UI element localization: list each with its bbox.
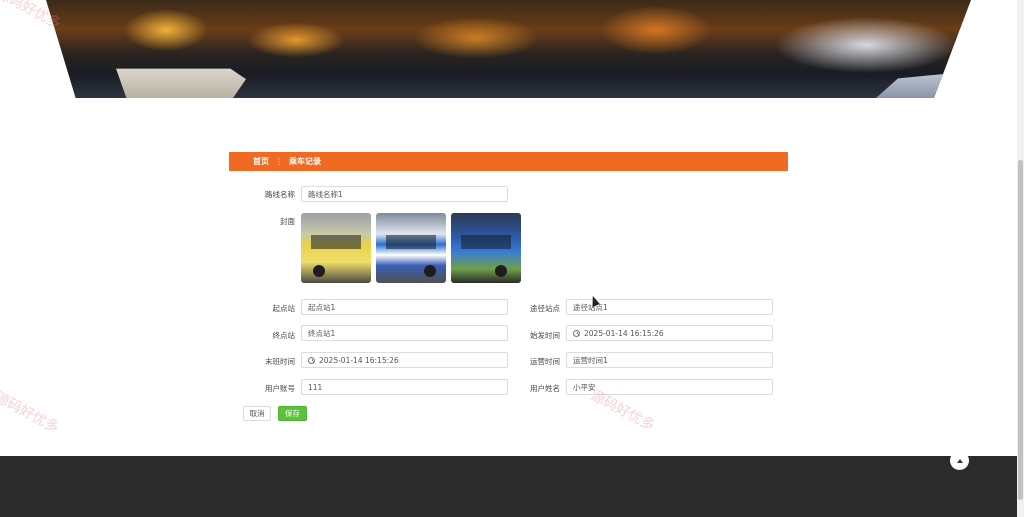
- clock-icon: [573, 329, 580, 337]
- boat-shape-right: [876, 70, 971, 98]
- first-bus-time-input[interactable]: 2025-01-14 16:15:26: [566, 325, 773, 341]
- first-bus-time-value: 2025-01-14 16:15:26: [584, 328, 664, 338]
- cover-image-2[interactable]: [376, 213, 446, 283]
- operating-hours-value: 运营时间1: [573, 355, 608, 365]
- cancel-button[interactable]: 取消: [243, 406, 271, 421]
- route-name-label: 路线名称: [265, 190, 295, 199]
- user-account-value: 111: [308, 382, 323, 392]
- route-name-input[interactable]: 路线名称1: [301, 186, 508, 202]
- footer: [0, 456, 1017, 517]
- via-stations-label: 途径站点: [530, 304, 560, 313]
- cover-image-1[interactable]: [301, 213, 371, 283]
- bus-window: [461, 235, 511, 249]
- arrow-up-icon: [956, 458, 963, 463]
- start-station-input[interactable]: 起点站1: [301, 299, 508, 315]
- breadcrumb-separator: ⋮: [275, 157, 283, 166]
- breadcrumb: 首页 ⋮ 乘车记录: [229, 152, 788, 171]
- bus-wheel: [424, 265, 436, 277]
- breadcrumb-home[interactable]: 首页: [253, 156, 269, 167]
- first-bus-time-label: 始发时间: [530, 331, 560, 340]
- user-name-label: 用户姓名: [530, 384, 560, 393]
- banner-image: [46, 0, 971, 98]
- banner: [0, 0, 1017, 98]
- bus-window: [386, 235, 436, 249]
- end-station-value: 终点站1: [308, 328, 336, 338]
- user-account-label: 用户账号: [265, 384, 295, 393]
- user-name-input[interactable]: 小平安: [566, 379, 773, 395]
- start-station-value: 起点站1: [308, 302, 336, 312]
- watermark: 源码好优多: [0, 389, 62, 437]
- operating-hours-label: 运营时间: [530, 357, 560, 366]
- bus-wheel: [495, 265, 507, 277]
- back-to-top-button[interactable]: [950, 451, 969, 470]
- boat-shape: [116, 68, 246, 98]
- end-station-label: 终点站: [272, 331, 296, 340]
- bus-wheel: [313, 265, 325, 277]
- last-bus-time-input[interactable]: 2025-01-14 16:15:26: [301, 352, 508, 368]
- cover-label: 封面: [280, 217, 295, 226]
- user-name-value: 小平安: [573, 382, 596, 392]
- end-station-input[interactable]: 终点站1: [301, 325, 508, 341]
- last-bus-time-label: 末班时间: [265, 357, 295, 366]
- vertical-scrollbar[interactable]: [1017, 0, 1024, 517]
- start-station-label: 起点站: [272, 304, 296, 313]
- clock-icon: [308, 356, 315, 364]
- route-name-value: 路线名称1: [308, 189, 343, 199]
- breadcrumb-current: 乘车记录: [289, 157, 321, 166]
- last-bus-time-value: 2025-01-14 16:15:26: [319, 355, 399, 365]
- user-account-input[interactable]: 111: [301, 379, 508, 395]
- cover-image-3[interactable]: [451, 213, 521, 283]
- bus-window: [311, 235, 361, 249]
- scrollbar-thumb[interactable]: [1018, 160, 1023, 500]
- save-button[interactable]: 保存: [278, 406, 307, 421]
- operating-hours-input[interactable]: 运营时间1: [566, 352, 773, 368]
